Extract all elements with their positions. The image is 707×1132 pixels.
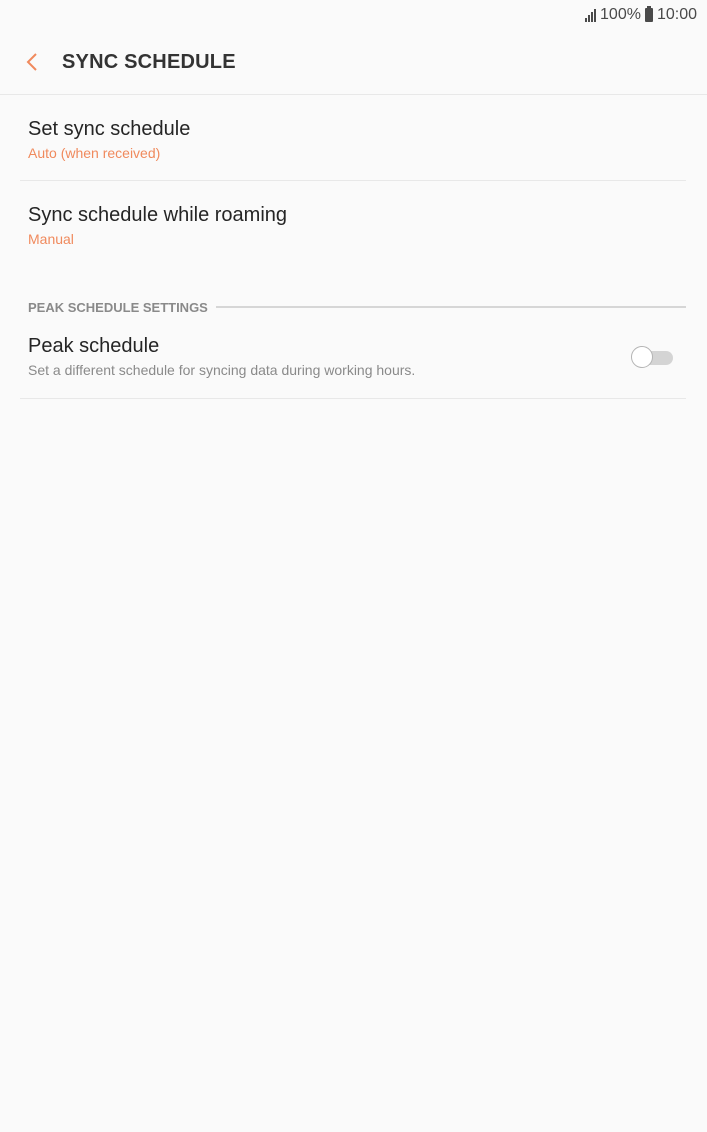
peak-schedule-item[interactable]: Peak schedule Set a different schedule f…	[20, 316, 686, 399]
peak-schedule-text: Peak schedule Set a different schedule f…	[28, 328, 415, 379]
battery-percentage: 100%	[600, 6, 641, 23]
section-header-label: PEAK SCHEDULE SETTINGS	[28, 300, 208, 315]
peak-schedule-title: Peak schedule	[28, 335, 160, 357]
chevron-left-icon	[26, 53, 37, 71]
section-divider	[215, 306, 686, 308]
peak-schedule-section-header: PEAK SCHEDULE SETTINGS	[20, 266, 686, 316]
back-button[interactable]	[4, 34, 60, 90]
status-bar: 100% 10:00	[0, 0, 707, 30]
sync-while-roaming-title: Sync schedule while roaming	[28, 204, 288, 226]
toggle-thumb	[631, 346, 653, 368]
set-sync-schedule-value: Auto (when received)	[28, 145, 161, 161]
clock: 10:00	[656, 6, 697, 23]
sync-while-roaming-item[interactable]: Sync schedule while roaming Manual	[20, 181, 686, 266]
peak-schedule-description: Set a different schedule for syncing dat…	[28, 362, 416, 378]
settings-list: Set sync schedule Auto (when received) S…	[20, 95, 686, 399]
sync-while-roaming-value: Manual	[28, 231, 74, 247]
app-bar: SYNC SCHEDULE	[0, 30, 707, 95]
set-sync-schedule-title: Set sync schedule	[28, 118, 191, 140]
page-title: SYNC SCHEDULE	[62, 50, 236, 73]
signal-icon	[585, 8, 597, 22]
peak-schedule-toggle[interactable]	[631, 346, 675, 368]
battery-icon	[644, 6, 653, 22]
set-sync-schedule-item[interactable]: Set sync schedule Auto (when received)	[20, 95, 686, 181]
